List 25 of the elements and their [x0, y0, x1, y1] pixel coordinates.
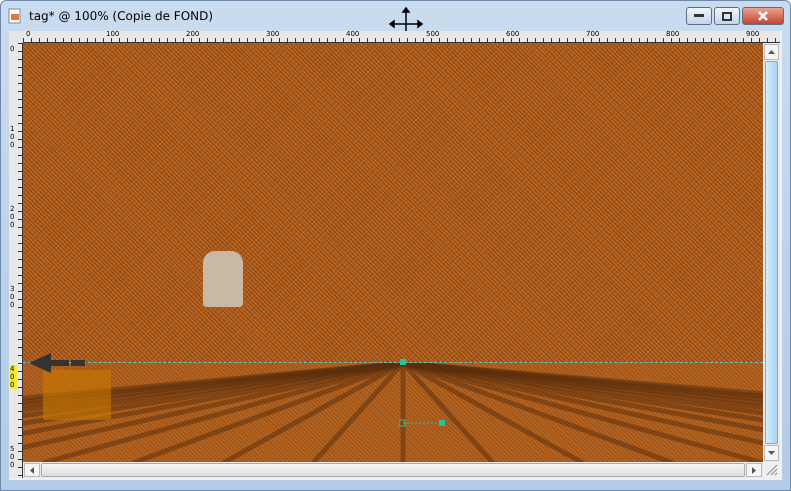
minimize-button[interactable] [686, 7, 712, 25]
scroll-down-button[interactable] [764, 445, 779, 461]
horizontal-scrollbar[interactable] [23, 462, 763, 478]
document-icon [7, 8, 23, 24]
scroll-thumb[interactable] [765, 61, 778, 444]
maximize-button[interactable] [714, 7, 740, 25]
right-caret-icon [752, 466, 756, 474]
maximize-icon [722, 12, 732, 20]
up-caret-icon [768, 50, 775, 54]
selection-handle-icon [399, 419, 445, 427]
window-title: tag* @ 100% (Copie de FOND) [29, 9, 214, 23]
close-icon [758, 11, 768, 21]
close-button[interactable] [742, 7, 784, 25]
scroll-up-button[interactable] [764, 44, 779, 60]
vertical-scrollbar[interactable] [763, 43, 780, 462]
down-caret-icon [768, 451, 775, 455]
scroll-thumb[interactable] [41, 463, 745, 477]
scroll-left-button[interactable] [24, 463, 40, 477]
minimize-icon [694, 14, 704, 18]
scroll-right-button[interactable] [746, 463, 762, 477]
highlight-rectangle [43, 370, 111, 420]
image-placeholder [203, 251, 243, 307]
handle-icon [400, 359, 406, 365]
resize-grip-icon[interactable] [766, 464, 778, 476]
left-caret-icon [30, 466, 34, 474]
